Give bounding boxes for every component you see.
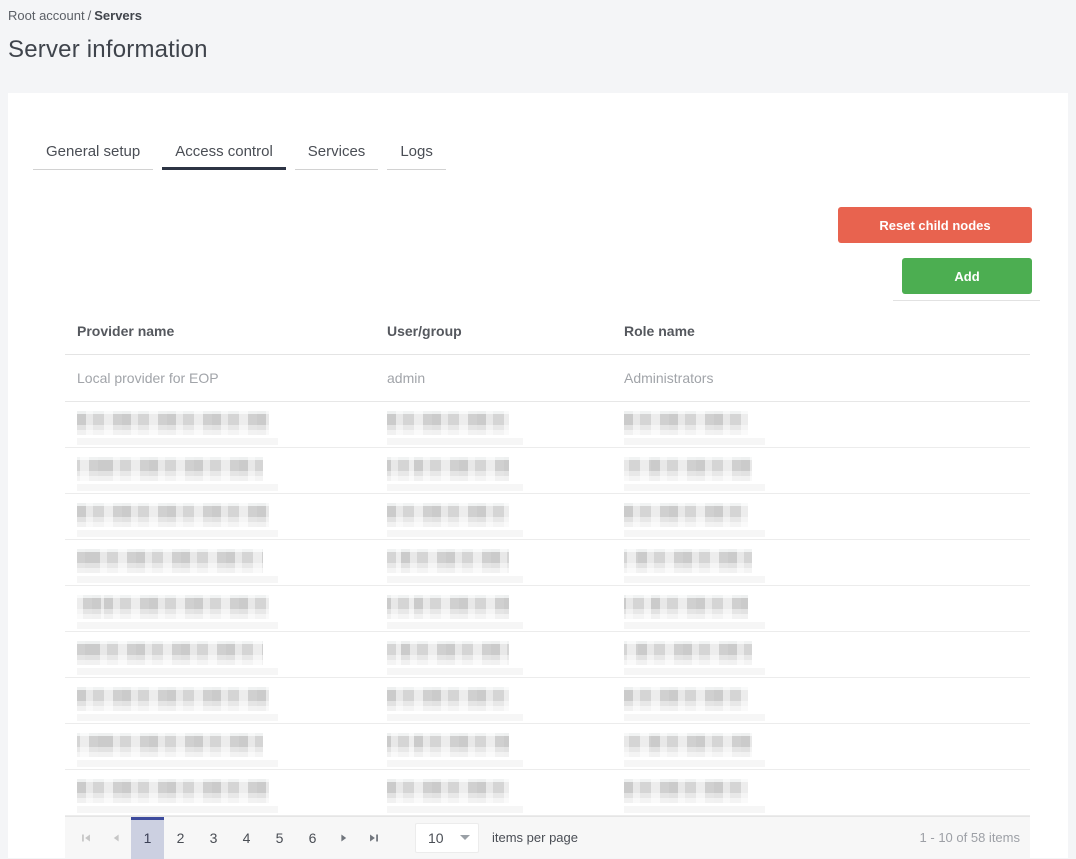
- provider-name-cell-redacted: [65, 402, 375, 447]
- column-header-provider-name[interactable]: Provider name: [65, 323, 375, 339]
- tab-access-control[interactable]: Access control: [162, 135, 286, 170]
- add-button[interactable]: Add: [902, 258, 1032, 294]
- provider-name-cell-redacted: [65, 678, 375, 723]
- seek-first-icon[interactable]: [71, 817, 101, 859]
- breadcrumb-separator: /: [87, 8, 92, 23]
- role-name-cell-redacted: [612, 448, 1030, 493]
- pager-page-3[interactable]: 3: [197, 817, 230, 859]
- tab-services[interactable]: Services: [294, 135, 379, 170]
- user-group-cell-redacted: [375, 586, 612, 631]
- user-group-cell-redacted: [375, 724, 612, 769]
- user-group-cell-redacted: [375, 494, 612, 539]
- role-name-cell-redacted: [612, 540, 1030, 585]
- tab-strip: General setup Access control Services Lo…: [33, 135, 455, 170]
- table-row-redacted[interactable]: [65, 540, 1030, 586]
- role-name-cell-redacted: [612, 494, 1030, 539]
- page-title: Server information: [8, 36, 208, 63]
- user-group-cell-redacted: [375, 678, 612, 723]
- table-row[interactable]: Local provider for EOP admin Administrat…: [65, 355, 1030, 402]
- pager-pages: 123456: [131, 816, 329, 859]
- table-header-row: Provider name User/group Role name: [65, 308, 1030, 355]
- pager-page-6[interactable]: 6: [296, 817, 329, 859]
- chevron-down-icon: [460, 835, 470, 840]
- provider-name-cell-redacted: [65, 632, 375, 677]
- pager-page-1[interactable]: 1: [131, 816, 164, 859]
- seek-end-icon[interactable]: [359, 817, 389, 859]
- pager: 123456 10 items per page 1 - 10 of 58 it…: [65, 816, 1030, 859]
- pager-page-5[interactable]: 5: [263, 817, 296, 859]
- provider-name-cell-redacted: [65, 540, 375, 585]
- provider-name-cell-redacted: [65, 770, 375, 815]
- role-name-cell-redacted: [612, 678, 1030, 723]
- provider-name-cell-redacted: [65, 494, 375, 539]
- arrow-left-icon[interactable]: [101, 817, 131, 859]
- table-row-redacted[interactable]: [65, 586, 1030, 632]
- table-row-redacted[interactable]: [65, 632, 1030, 678]
- role-name-cell-redacted: [612, 632, 1030, 677]
- access-control-table: Provider name User/group Role name Local…: [65, 308, 1030, 859]
- table-row-redacted[interactable]: [65, 402, 1030, 448]
- role-name-cell: Administrators: [624, 370, 714, 386]
- role-name-cell-redacted: [612, 770, 1030, 815]
- role-name-cell-redacted: [612, 724, 1030, 769]
- column-header-user-group[interactable]: User/group: [375, 323, 612, 339]
- tab-general-setup[interactable]: General setup: [33, 135, 154, 170]
- items-per-page-label: items per page: [492, 830, 578, 845]
- breadcrumb-current: Servers: [94, 8, 142, 23]
- breadcrumb-root[interactable]: Root account: [8, 8, 85, 23]
- table-row-redacted[interactable]: [65, 770, 1030, 816]
- arrow-right-icon[interactable]: [329, 817, 359, 859]
- page-size-value: 10: [428, 829, 444, 846]
- role-name-cell-redacted: [612, 402, 1030, 447]
- pager-page-2[interactable]: 2: [164, 817, 197, 859]
- user-group-cell-redacted: [375, 540, 612, 585]
- breadcrumb: Root account / Servers: [8, 8, 142, 23]
- provider-name-cell: Local provider for EOP: [77, 370, 219, 386]
- content-card: General setup Access control Services Lo…: [8, 93, 1068, 859]
- reset-child-nodes-button[interactable]: Reset child nodes: [838, 207, 1032, 243]
- table-row-redacted[interactable]: [65, 448, 1030, 494]
- user-group-cell: admin: [387, 370, 426, 386]
- provider-name-cell-redacted: [65, 448, 375, 493]
- column-header-role-name[interactable]: Role name: [612, 323, 1030, 339]
- page-size-dropdown[interactable]: 10: [415, 822, 479, 853]
- tab-logs[interactable]: Logs: [387, 135, 446, 170]
- user-group-cell-redacted: [375, 448, 612, 493]
- pager-page-4[interactable]: 4: [230, 817, 263, 859]
- table-row-redacted[interactable]: [65, 494, 1030, 540]
- user-group-cell-redacted: [375, 770, 612, 815]
- user-group-cell-redacted: [375, 402, 612, 447]
- table-row-redacted[interactable]: [65, 678, 1030, 724]
- user-group-cell-redacted: [375, 632, 612, 677]
- table-row-redacted[interactable]: [65, 724, 1030, 770]
- provider-name-cell-redacted: [65, 586, 375, 631]
- pager-info: 1 - 10 of 58 items: [919, 830, 1020, 845]
- provider-name-cell-redacted: [65, 724, 375, 769]
- table-body: Local provider for EOP admin Administrat…: [65, 355, 1030, 816]
- role-name-cell-redacted: [612, 586, 1030, 631]
- toolbar-divider: [893, 300, 1040, 301]
